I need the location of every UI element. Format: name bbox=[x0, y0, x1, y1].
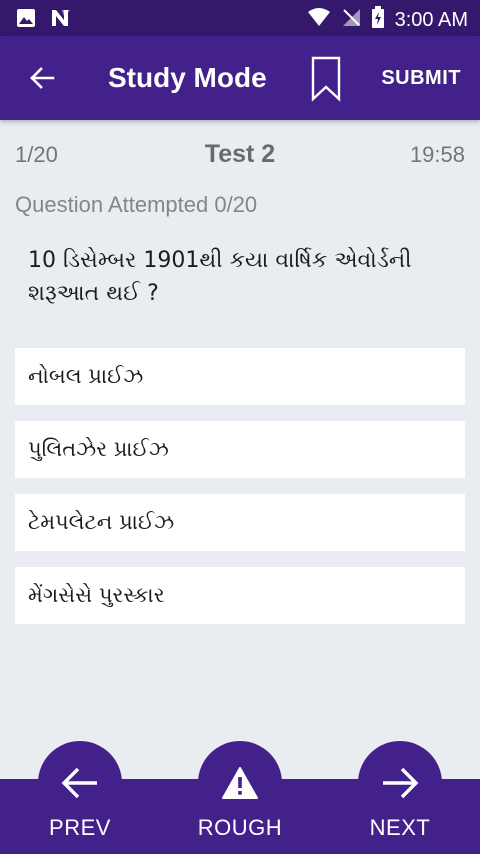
info-row: 1/20 Test 2 19:58 bbox=[15, 140, 465, 170]
warning-icon bbox=[222, 767, 258, 799]
next-label[interactable]: NEXT bbox=[340, 815, 460, 841]
test-name: Test 2 bbox=[204, 140, 276, 168]
image-icon bbox=[16, 8, 36, 33]
arrow-right-icon bbox=[383, 767, 419, 799]
wifi-icon bbox=[307, 7, 331, 32]
arrow-back-icon bbox=[30, 67, 55, 89]
battery-icon bbox=[371, 6, 385, 33]
n-app-icon bbox=[50, 8, 72, 33]
timer: 19:58 bbox=[409, 142, 465, 167]
question-text: 10 ડિસેમ્બર 1901થી કયા વાર્ષિક એવોર્ડની … bbox=[28, 248, 412, 306]
submit-button[interactable]: SUBMIT bbox=[381, 66, 461, 90]
page-title: Study Mode bbox=[108, 62, 267, 93]
rough-button[interactable] bbox=[198, 741, 282, 825]
option-3[interactable]: ટેમપલેટન પ્રાઈઝ bbox=[15, 494, 465, 551]
arrow-left-icon bbox=[61, 767, 97, 799]
attempted-count: Question Attempted 0/20 bbox=[15, 192, 258, 217]
app-bar: Study Mode SUBMIT bbox=[0, 36, 480, 120]
signal-icon bbox=[341, 7, 361, 32]
notification-icons bbox=[16, 8, 72, 33]
bookmark-button[interactable] bbox=[306, 54, 346, 104]
prev-button[interactable] bbox=[38, 741, 122, 825]
options-list: નોબલ પ્રાઈઝ પુલિતઝેર પ્રાઈઝ ટેમપલેટન પ્ર… bbox=[15, 348, 465, 640]
next-button[interactable] bbox=[358, 741, 442, 825]
bookmark-icon bbox=[311, 56, 341, 102]
rough-label[interactable]: ROUGH bbox=[180, 815, 300, 841]
prev-label[interactable]: PREV bbox=[20, 815, 140, 841]
back-button[interactable] bbox=[22, 58, 62, 98]
option-4[interactable]: મેંગસેસે પુરસ્કાર bbox=[15, 567, 465, 624]
status-time: 3:00 AM bbox=[394, 8, 468, 31]
option-2[interactable]: પુલિતઝેર પ્રાઈઝ bbox=[15, 421, 465, 478]
status-bar: 3:00 AM bbox=[0, 0, 480, 36]
option-1[interactable]: નોબલ પ્રાઈઝ bbox=[15, 348, 465, 405]
